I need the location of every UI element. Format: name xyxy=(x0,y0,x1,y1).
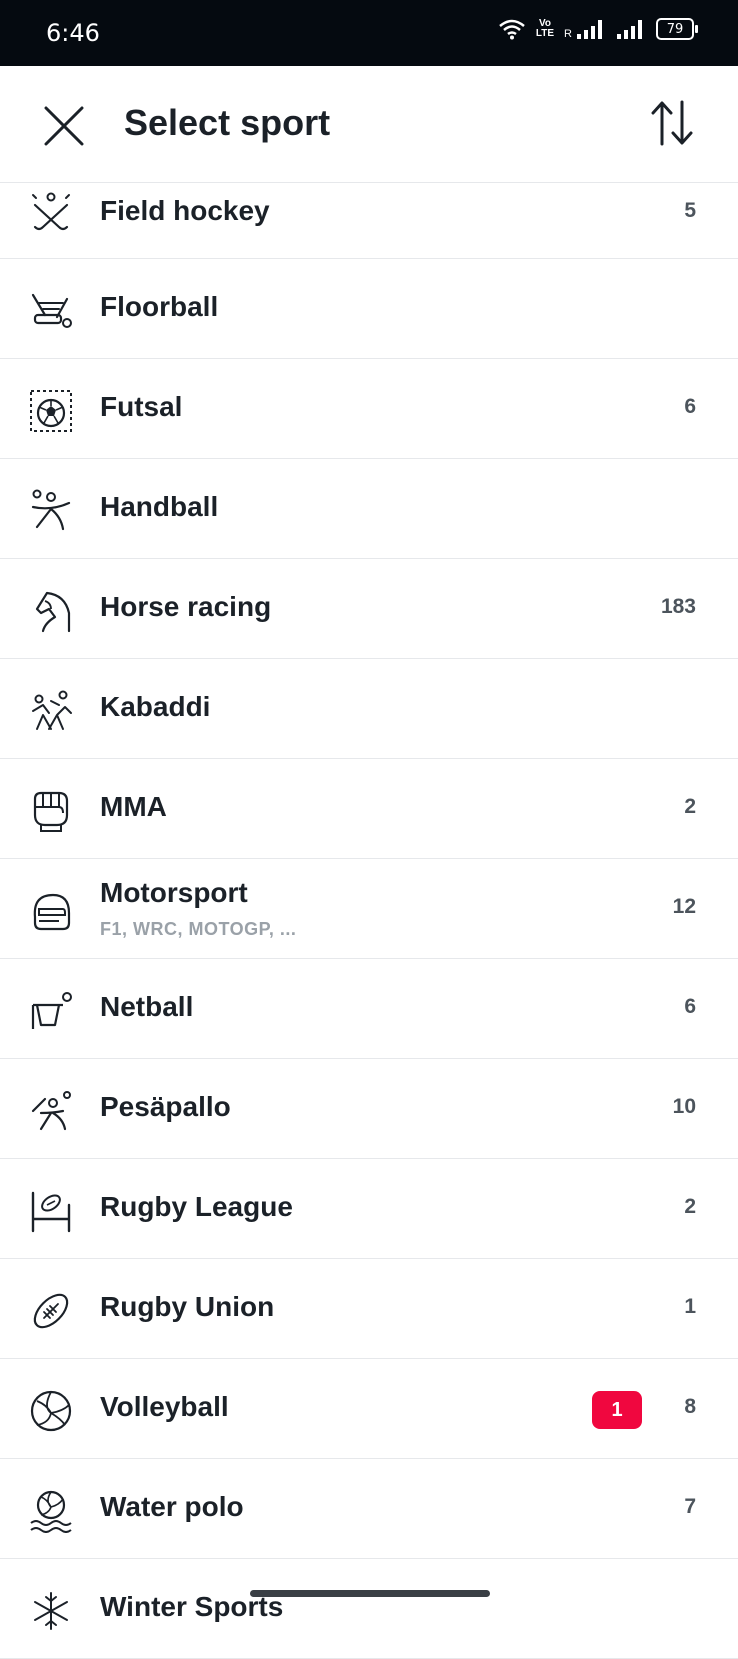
winter-sports-icon xyxy=(34,1592,68,1630)
sport-label: Field hockey xyxy=(100,195,270,226)
list-item-volleyball[interactable]: Volleyball 1 8 xyxy=(0,1359,738,1459)
list-item-winter-sports[interactable]: Winter Sports xyxy=(0,1559,738,1659)
event-count: 12 xyxy=(672,895,696,918)
event-count: 183 xyxy=(660,595,696,618)
roaming-indicator: R xyxy=(564,28,572,40)
sport-label: Rugby Union xyxy=(100,1291,275,1322)
horse-racing-icon xyxy=(35,591,71,633)
list-item-handball[interactable]: Handball xyxy=(0,459,738,559)
handball-icon xyxy=(31,489,71,531)
pesapallo-icon xyxy=(31,1091,71,1131)
home-indicator[interactable] xyxy=(250,1590,490,1597)
sport-label: Handball xyxy=(100,491,219,522)
sport-subtitle: F1, WRC, MOTOGP, ... xyxy=(100,919,297,939)
wifi-icon xyxy=(499,19,525,40)
close-icon[interactable] xyxy=(40,102,88,150)
volte-indicator: Vo LTE xyxy=(535,18,555,39)
sport-label: Floorball xyxy=(100,291,219,322)
motorsport-icon xyxy=(33,893,71,931)
futsal-icon xyxy=(30,390,72,432)
sport-label: Futsal xyxy=(100,391,183,422)
list-item-water-polo[interactable]: Water polo 7 xyxy=(0,1459,738,1559)
sport-label: Kabaddi xyxy=(100,691,211,722)
sport-label: MMA xyxy=(100,791,167,822)
event-count: 8 xyxy=(684,1395,696,1418)
sport-label: Pesäpallo xyxy=(100,1091,231,1122)
event-count: 6 xyxy=(684,395,696,418)
status-bar: 6:46 Vo LTE R 79 xyxy=(0,0,738,66)
page-title: Select sport xyxy=(124,102,331,143)
event-count: 7 xyxy=(684,1495,696,1518)
list-item-motorsport[interactable]: Motorsport F1, WRC, MOTOGP, ... 12 xyxy=(0,859,738,959)
sport-label: Water polo xyxy=(100,1491,244,1522)
list-item-floorball[interactable]: Floorball xyxy=(0,259,738,359)
event-count: 5 xyxy=(684,199,696,222)
list-item-mma[interactable]: MMA 2 xyxy=(0,759,738,859)
sport-label: Motorsport xyxy=(100,877,248,908)
water-polo-icon xyxy=(30,1490,72,1533)
rugby-union-icon xyxy=(33,1293,69,1329)
sport-label: Volleyball xyxy=(100,1391,229,1422)
event-count: 2 xyxy=(684,795,696,818)
battery-icon: 79 xyxy=(656,18,698,40)
event-count: 1 xyxy=(684,1295,696,1318)
list-item-rugby-league[interactable]: Rugby League 2 xyxy=(0,1159,738,1259)
event-count: 2 xyxy=(684,1195,696,1218)
list-item-pesapallo[interactable]: Pesäpallo 10 xyxy=(0,1059,738,1159)
rugby-league-icon xyxy=(31,1191,71,1233)
header: Select sport xyxy=(0,66,738,183)
floorball-icon xyxy=(31,293,72,328)
sport-list: Field hockey 5 Floorball Futsal 6 Handba… xyxy=(0,183,738,1659)
signal-icon-2 xyxy=(617,20,642,39)
mma-icon xyxy=(33,791,69,832)
sport-label: Netball xyxy=(100,991,194,1022)
signal-icon xyxy=(577,20,602,39)
live-badge: 1 xyxy=(592,1391,642,1429)
status-icons: Vo LTE R 79 xyxy=(498,18,698,40)
field-hockey-icon xyxy=(32,192,70,231)
list-item-field-hockey[interactable]: Field hockey 5 xyxy=(0,183,738,259)
list-item-kabaddi[interactable]: Kabaddi xyxy=(0,659,738,759)
sport-label: Horse racing xyxy=(100,591,272,622)
netball-icon xyxy=(31,992,72,1029)
volleyball-icon xyxy=(30,1390,72,1432)
battery-level: 79 xyxy=(666,21,684,37)
list-item-futsal[interactable]: Futsal 6 xyxy=(0,359,738,459)
event-count: 6 xyxy=(684,995,696,1018)
list-item-horse-racing[interactable]: Horse racing 183 xyxy=(0,559,738,659)
status-time: 6:46 xyxy=(46,19,100,47)
sort-icon[interactable] xyxy=(648,98,696,148)
list-item-netball[interactable]: Netball 6 xyxy=(0,959,738,1059)
list-item-rugby-union[interactable]: Rugby Union 1 xyxy=(0,1259,738,1359)
kabaddi-icon xyxy=(32,690,72,730)
event-count: 10 xyxy=(672,1095,696,1118)
sport-label: Rugby League xyxy=(100,1191,293,1222)
